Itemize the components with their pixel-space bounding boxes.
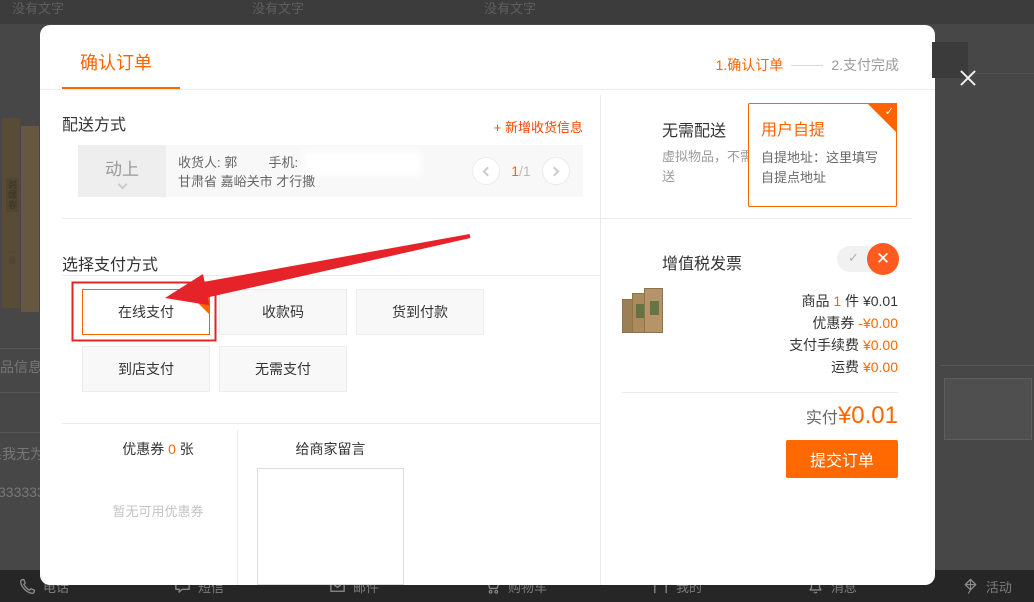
payment-method-in-store[interactable]: 到店支付 xyxy=(82,346,210,392)
summary-line-shipping: 运费 ¥0.00 xyxy=(622,357,898,379)
summary-line-coupon: 优惠券 -¥0.00 xyxy=(622,313,898,335)
divider xyxy=(237,430,238,585)
background-topbar: 没有文字 没有文字 没有文字 xyxy=(0,0,1034,24)
check-icon: ✓ xyxy=(198,291,207,304)
payment-section-title: 选择支付方式 xyxy=(62,251,158,275)
carrier-name: 动上 xyxy=(105,155,139,180)
submit-order-button[interactable]: 提交订单 xyxy=(786,440,898,478)
tea-package-name: 碧螺春 xyxy=(6,178,19,212)
background-tab: 没有文字 xyxy=(252,0,304,17)
payment-method-none[interactable]: 无需支付 xyxy=(219,346,347,392)
delivery-section-title: 配送方式 xyxy=(62,111,126,135)
background-product-info-label: 商品信息 xyxy=(0,357,42,377)
payment-method-label: 到店支付 xyxy=(118,359,174,379)
toolbar-item-label: 活动 xyxy=(986,577,1012,596)
phone-label: 手机: xyxy=(268,155,298,170)
divider xyxy=(62,218,912,219)
option-self-pickup[interactable]: 用户自提 自提地址：这里填写自提点地址 ✓ xyxy=(748,103,897,207)
background-box xyxy=(944,378,1032,440)
add-address-link[interactable]: + 新增收货信息 xyxy=(440,117,583,136)
background-tab: 没有文字 xyxy=(12,0,64,17)
invoice-toggle[interactable]: ✓ ✕ xyxy=(837,246,897,272)
total-value: ¥0.01 xyxy=(838,402,898,429)
divider xyxy=(0,432,40,433)
chevron-down-icon xyxy=(117,179,127,189)
screen: 没有文字 没有文字 没有文字 碧螺春 一级 商品信息 联系我无为 3333333… xyxy=(0,0,1034,602)
total-row: 实付¥0.01 xyxy=(622,402,898,430)
phone-icon xyxy=(18,577,37,596)
steps-indicator: 1.确认订单 2.支付完成 xyxy=(716,55,899,75)
chevron-right-icon xyxy=(550,166,560,176)
coupon-count: 0 xyxy=(168,441,176,457)
next-address-button[interactable] xyxy=(542,157,570,185)
toolbar-item-activity[interactable]: 活动 xyxy=(961,577,1012,596)
divider xyxy=(600,95,601,585)
x-icon: ✕ xyxy=(867,243,899,275)
summary-line-fee: 支付手续费 ¥0.00 xyxy=(622,335,898,357)
payment-method-label: 货到付款 xyxy=(392,302,448,322)
payment-method-label: 在线支付 xyxy=(118,302,174,322)
coupon-title: 优惠券 0 张 xyxy=(78,439,238,459)
divider xyxy=(622,392,898,393)
option-no-delivery[interactable]: 无需配送 xyxy=(662,117,726,141)
chevron-left-icon xyxy=(483,166,493,176)
divider xyxy=(40,89,935,90)
confirm-order-modal: 确认订单 1.确认订单 2.支付完成 配送方式 + 新增收货信息 动上 收货人:… xyxy=(40,25,935,585)
tea-package-image: 碧螺春 一级 xyxy=(2,118,20,308)
activity-icon xyxy=(961,577,980,596)
divider xyxy=(0,348,40,349)
carrier-dropdown[interactable]: 动上 xyxy=(78,145,166,197)
self-pickup-title: 用户自提 xyxy=(761,116,884,140)
background-tab: 没有文字 xyxy=(484,0,536,17)
address-card[interactable]: 动上 收货人: 郭 手机: 甘肃省 嘉峪关市 才行撒 1/1 xyxy=(78,145,583,197)
coupon-empty-text: 暂无可用优惠券 xyxy=(78,501,238,520)
phone-number-redacted xyxy=(308,156,416,171)
payment-method-label: 收款码 xyxy=(262,302,304,322)
merchant-message-title: 给商家留言 xyxy=(257,439,404,459)
divider xyxy=(940,365,1034,366)
divider xyxy=(970,73,1034,74)
step-connector xyxy=(791,65,823,66)
close-button[interactable] xyxy=(932,42,968,78)
tea-package-grade: 一级 xyxy=(7,248,18,264)
total-label: 实付 xyxy=(806,410,838,427)
address-line: 甘肃省 嘉峪关市 才行撒 xyxy=(178,172,416,191)
divider xyxy=(0,392,40,393)
step-confirm-order: 1.确认订单 xyxy=(716,55,784,75)
address-info: 收货人: 郭 手机: 甘肃省 嘉峪关市 才行撒 xyxy=(178,153,416,191)
address-pagination: 1/1 xyxy=(502,163,540,179)
payment-method-online[interactable]: 在线支付 ✓ xyxy=(82,289,210,335)
tea-package-image xyxy=(21,126,39,312)
divider xyxy=(62,275,600,276)
divider xyxy=(62,423,600,424)
step-payment-done: 2.支付完成 xyxy=(831,55,899,75)
summary-line-goods: 商品 1 件 ¥0.01 xyxy=(622,291,898,313)
consignee-label: 收货人: 郭 xyxy=(178,155,237,170)
merchant-message-textarea[interactable] xyxy=(257,468,404,585)
payment-method-qr-code[interactable]: 收款码 xyxy=(219,289,347,335)
background-contact-label: 联系我无为 xyxy=(0,444,44,464)
check-icon: ✓ xyxy=(885,105,894,118)
self-pickup-desc: 自提地址：这里填写自提点地址 xyxy=(761,148,884,188)
modal-title: 确认订单 xyxy=(80,49,152,75)
payment-method-cod[interactable]: 货到付款 xyxy=(356,289,484,335)
prev-address-button[interactable] xyxy=(472,157,500,185)
payment-method-label: 无需支付 xyxy=(255,359,311,379)
price-summary: 商品 1 件 ¥0.01 优惠券 -¥0.00 支付手续费 ¥0.00 运费 ¥… xyxy=(622,291,898,379)
vat-invoice-title: 增值税发票 xyxy=(662,250,742,274)
check-icon: ✓ xyxy=(848,250,859,266)
